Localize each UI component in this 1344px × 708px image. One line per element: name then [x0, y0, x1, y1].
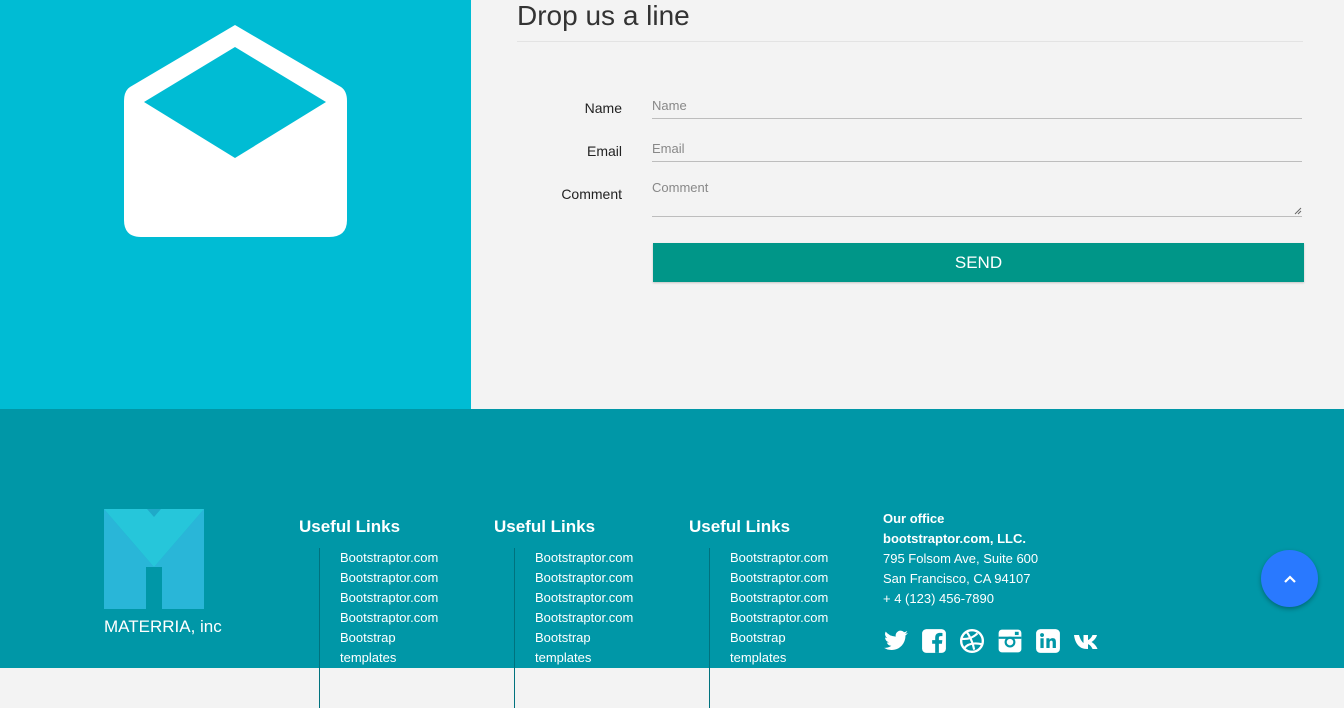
- office-address-line2: San Francisco, CA 94107: [883, 571, 1031, 586]
- office-info: Our office bootstraptor.com, LLC. 795 Fo…: [883, 509, 1038, 609]
- footer-link[interactable]: Bootstraptor.com: [730, 588, 890, 608]
- name-placeholder: Name: [652, 98, 687, 113]
- footer-link[interactable]: Bootstraptor.com: [730, 608, 890, 628]
- email-input[interactable]: Email: [652, 139, 1302, 162]
- email-placeholder: Email: [652, 141, 685, 156]
- office-phone: + 4 (123) 456-7890: [883, 591, 994, 606]
- comment-textarea[interactable]: Comment: [652, 178, 1302, 217]
- footer-link[interactable]: Bootstraptor.com: [535, 588, 695, 608]
- email-label: Email: [586, 143, 622, 159]
- footer-link[interactable]: Bootstraptor.com: [340, 608, 500, 628]
- facebook-icon[interactable]: [921, 628, 947, 654]
- footer-links-column: Useful Links Bootstraptor.com Bootstrapt…: [494, 517, 633, 708]
- footer-link[interactable]: Bootstraptor.com: [535, 548, 695, 568]
- social-links: [883, 628, 1105, 654]
- column-title: Useful Links: [494, 517, 596, 536]
- column-title: Useful Links: [689, 517, 791, 536]
- scroll-to-top-button[interactable]: [1261, 550, 1318, 607]
- footer-links-column: Useful Links Bootstraptor.com Bootstrapt…: [689, 517, 828, 708]
- column-title: Useful Links: [299, 517, 401, 536]
- links-list: Bootstraptor.com Bootstraptor.com Bootst…: [319, 548, 500, 708]
- contact-heading: Drop us a line: [517, 0, 690, 31]
- footer-link[interactable]: Bootstraptor.com: [535, 568, 695, 588]
- footer-link[interactable]: Bootstraptor.com: [730, 548, 890, 568]
- footer-link[interactable]: Bootstrap templates: [340, 628, 420, 668]
- comment-placeholder: Comment: [652, 180, 709, 195]
- office-address-line1: 795 Folsom Ave, Suite 600: [883, 551, 1039, 566]
- links-list: Bootstraptor.com Bootstraptor.com Bootst…: [514, 548, 695, 708]
- resize-handle-icon[interactable]: [1294, 207, 1302, 215]
- office-company: bootstraptor.com, LLC.: [883, 531, 1026, 546]
- vk-icon[interactable]: [1073, 628, 1105, 654]
- name-input[interactable]: Name: [652, 96, 1302, 119]
- contact-form-panel: Drop us a line Name Name Email Email Com…: [471, 0, 1344, 409]
- footer-link[interactable]: Bootstraptor.com: [340, 548, 500, 568]
- footer-link[interactable]: Bootstrap templates: [730, 628, 810, 668]
- contact-illustration-panel: [0, 0, 471, 409]
- materria-logo: [104, 509, 204, 609]
- twitter-icon[interactable]: [883, 628, 909, 654]
- footer-link[interactable]: Bootstraptor.com: [340, 588, 500, 608]
- footer-link[interactable]: Bootstraptor.com: [730, 568, 890, 588]
- footer-link[interactable]: Bootstraptor.com: [340, 568, 500, 588]
- footer-link[interactable]: Bootstraptor.com: [535, 608, 695, 628]
- footer-links-column: Useful Links Bootstraptor.com Bootstrapt…: [299, 517, 438, 708]
- envelope-open-icon: [124, 25, 347, 237]
- linkedin-icon[interactable]: [1035, 628, 1061, 654]
- office-title: Our office: [883, 511, 945, 526]
- footer-link[interactable]: Bootstrap templates: [535, 628, 615, 668]
- name-label: Name: [584, 100, 622, 116]
- chevron-up-icon: [1283, 575, 1296, 584]
- divider: [517, 41, 1303, 42]
- comment-label: Comment: [561, 186, 622, 202]
- instagram-icon[interactable]: [997, 628, 1023, 654]
- dribbble-icon[interactable]: [959, 628, 985, 654]
- footer: MATERRIA, inc Useful Links Bootstraptor.…: [0, 409, 1344, 708]
- links-list: Bootstraptor.com Bootstraptor.com Bootst…: [709, 548, 890, 708]
- brand-name: MATERRIA, inc: [104, 617, 222, 636]
- send-button[interactable]: SEND: [653, 243, 1304, 282]
